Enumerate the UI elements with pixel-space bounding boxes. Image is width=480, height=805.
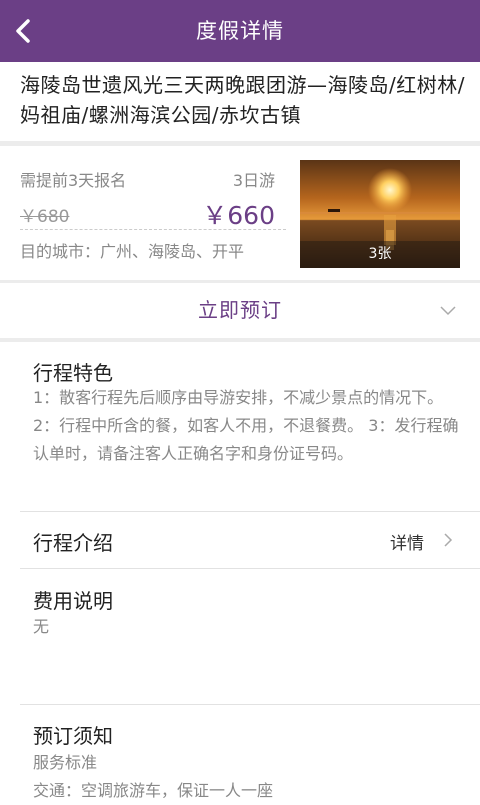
photo-count: 3张 xyxy=(300,241,460,268)
chevron-right-icon xyxy=(444,533,453,547)
features-title: 行程特色 xyxy=(33,361,113,385)
itinerary-detail-link[interactable]: 详情 xyxy=(390,529,424,554)
original-price: ￥680 xyxy=(20,207,70,227)
chevron-down-icon xyxy=(440,306,456,316)
advance-notice: 需提前3天报名 xyxy=(20,171,127,190)
tour-photo[interactable]: 3张 xyxy=(300,160,460,268)
app-header: 度假详情 xyxy=(0,0,480,62)
page-title: 度假详情 xyxy=(196,19,284,43)
current-price: ￥660 xyxy=(202,201,275,230)
destination-cities: 目的城市：广州、海陵岛、开平 xyxy=(20,242,245,261)
notice-subtitle: 服务标准 xyxy=(33,753,98,772)
book-now-button[interactable]: 立即预订 xyxy=(0,283,480,338)
tour-title: 海陵岛世遗风光三天两晚跟团游—海陵岛/红树林/妈祖庙/螺洲海滨公园/赤坎古镇 xyxy=(20,73,465,127)
book-now-label: 立即预订 xyxy=(198,298,282,322)
itinerary-row[interactable]: 行程介绍 详情 xyxy=(0,512,480,568)
notice-transport: 交通：空调旅游车，保证一人一座 xyxy=(33,781,274,800)
fees-body: 无 xyxy=(33,617,50,636)
features-body: 1：散客行程先后顺序由导游安排，不减少景点的情况下。 2：行程中所含的餐，如客人… xyxy=(33,388,459,463)
itinerary-title: 行程介绍 xyxy=(33,531,113,555)
tour-info-card: 需提前3天报名 3日游 ￥680 ￥660 目的城市：广州、海陵岛、开平 3张 xyxy=(0,146,480,280)
divider xyxy=(20,704,480,705)
dashed-divider xyxy=(20,229,286,230)
fees-title: 费用说明 xyxy=(33,589,113,613)
notice-title: 预订须知 xyxy=(33,724,113,748)
divider xyxy=(0,338,480,342)
divider xyxy=(20,568,480,569)
trip-duration: 3日游 xyxy=(232,171,275,190)
